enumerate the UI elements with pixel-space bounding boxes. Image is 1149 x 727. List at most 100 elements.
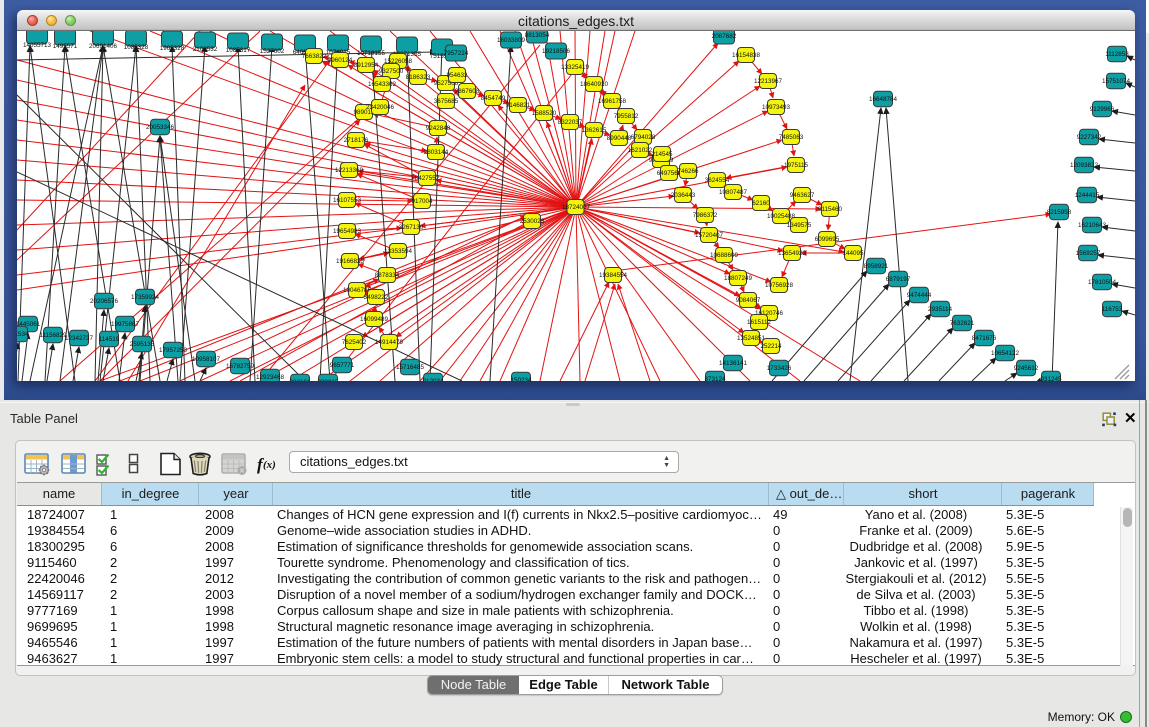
svg-text:10688609: 10688609	[710, 252, 739, 259]
svg-text:1621022: 1621022	[628, 147, 653, 154]
svg-text:13654923: 13654923	[778, 250, 807, 257]
svg-text:2036443: 2036443	[671, 192, 696, 199]
svg-text:13353594: 13353594	[384, 248, 413, 255]
svg-text:23420046: 23420046	[366, 104, 395, 111]
svg-text:17810504: 17810504	[1088, 279, 1117, 286]
svg-text:8960124: 8960124	[328, 57, 353, 64]
svg-text:14914479: 14914479	[375, 339, 404, 346]
svg-text:9084067: 9084067	[736, 297, 761, 304]
svg-text:9657771: 9657771	[330, 362, 355, 369]
svg-text:7632621: 7632621	[950, 320, 975, 327]
svg-text:12213967: 12213967	[754, 78, 783, 85]
svg-text:2087682: 2087682	[712, 33, 737, 40]
svg-text:1588520: 1588520	[532, 110, 557, 117]
svg-text:114519: 114519	[99, 336, 120, 343]
svg-text:8427552: 8427552	[415, 175, 440, 182]
svg-text:9245612: 9245612	[1014, 365, 1039, 372]
svg-text:9242848: 9242848	[426, 125, 451, 132]
svg-text:9227342: 9227342	[1077, 134, 1102, 141]
svg-text:2867608: 2867608	[455, 88, 480, 95]
svg-text:9463627: 9463627	[790, 192, 815, 199]
svg-text:11156829: 11156829	[39, 332, 67, 339]
svg-text:8958921: 8958921	[864, 263, 889, 270]
svg-text:15751074: 15751074	[1102, 78, 1131, 85]
svg-text:8813054: 8813054	[525, 32, 550, 39]
svg-text:18640910: 18640910	[580, 81, 609, 88]
svg-text:7986372: 7986372	[693, 212, 718, 219]
svg-text:6794028: 6794028	[631, 134, 656, 141]
svg-text:10958107: 10958107	[192, 356, 221, 363]
svg-text:8878334: 8878334	[375, 272, 400, 279]
svg-text:7955812: 7955812	[614, 113, 639, 120]
svg-text:931245: 931245	[1040, 376, 1062, 381]
svg-text:17359924: 17359924	[131, 294, 160, 301]
svg-text:3675685: 3675685	[434, 98, 459, 105]
svg-text:873124: 873124	[704, 376, 726, 381]
svg-text:62160: 62160	[752, 200, 770, 207]
svg-text:12923468: 12923468	[256, 374, 285, 381]
svg-text:1244415: 1244415	[1075, 192, 1100, 199]
svg-text:391534: 391534	[17, 331, 29, 338]
svg-text:9115460: 9115460	[818, 206, 843, 213]
svg-text:19166825: 19166825	[336, 258, 365, 265]
svg-text:16961758: 16961758	[598, 98, 627, 105]
svg-text:14136141: 14136141	[719, 360, 748, 367]
svg-text:12213369: 12213369	[335, 167, 364, 174]
svg-text:19384554: 19384554	[599, 272, 628, 279]
svg-text:15720407: 15720407	[695, 232, 724, 239]
svg-text:917004: 917004	[411, 198, 433, 205]
svg-text:9327500: 9327500	[379, 68, 404, 75]
svg-text:1569257: 1569257	[1076, 250, 1101, 257]
svg-text:214545: 214545	[651, 151, 673, 158]
svg-text:13325419: 13325419	[561, 64, 590, 71]
svg-text:8471676: 8471676	[972, 335, 997, 342]
svg-text:1112853: 1112853	[1105, 51, 1129, 58]
svg-text:13524851: 13524851	[737, 335, 766, 342]
svg-text:252214: 252214	[760, 343, 782, 350]
svg-text:2106532: 2106532	[193, 46, 218, 53]
svg-text:12342737: 12342737	[65, 335, 94, 342]
svg-text:9474444: 9474444	[907, 292, 932, 299]
svg-text:8186323: 8186323	[406, 74, 431, 81]
svg-text:8912954: 8912954	[354, 62, 379, 69]
svg-text:16543362: 16543362	[368, 81, 397, 88]
svg-text:16648784: 16648784	[869, 96, 898, 103]
svg-text:150234: 150234	[510, 377, 532, 381]
svg-text:1085317: 1085317	[226, 47, 251, 54]
svg-text:7957224: 7957224	[444, 50, 469, 57]
svg-text:18807249: 18807249	[724, 275, 753, 282]
svg-text:1362615: 1362615	[582, 127, 607, 134]
svg-text:912034: 912034	[422, 378, 444, 381]
svg-text:10807487: 10807487	[719, 189, 748, 196]
svg-text:10973493: 10973493	[762, 104, 791, 111]
svg-text:3624554: 3624554	[705, 177, 730, 184]
svg-text:7485063: 7485063	[779, 134, 804, 141]
svg-text:1495571: 1495571	[53, 43, 78, 50]
svg-text:20206576: 20206576	[90, 298, 119, 305]
svg-text:7625402: 7625402	[342, 339, 367, 346]
svg-text:9146821: 9146821	[506, 102, 531, 109]
svg-text:1975115: 1975115	[784, 162, 809, 169]
svg-text:12093822: 12093822	[1070, 162, 1099, 169]
svg-text:8454749: 8454749	[481, 95, 506, 102]
svg-text:8322037: 8322037	[558, 119, 583, 126]
svg-text:3498222: 3498222	[364, 294, 389, 301]
svg-text:116753: 116753	[1102, 306, 1123, 313]
svg-text:(x): (x)	[263, 459, 276, 471]
svg-text:10756928: 10756928	[765, 282, 794, 289]
svg-text:16099489: 16099489	[360, 316, 389, 323]
svg-text:3267130: 3267130	[399, 224, 424, 231]
svg-text:19975867: 19975867	[111, 321, 140, 328]
svg-text:8990448: 8990448	[607, 135, 632, 142]
svg-text:1085328: 1085328	[124, 44, 149, 51]
svg-text:19654983: 19654983	[333, 228, 362, 235]
svg-text:8215958: 8215958	[1047, 209, 1072, 216]
svg-text:2530023: 2530023	[520, 218, 545, 225]
svg-text:18724007: 18724007	[562, 204, 591, 211]
svg-text:746266: 746266	[677, 168, 699, 175]
svg-text:15716485: 15716485	[396, 364, 425, 371]
svg-text:2803144: 2803144	[424, 149, 449, 156]
svg-text:839215: 839215	[317, 379, 339, 381]
svg-text:16782759: 16782759	[226, 363, 255, 370]
svg-text:2718176: 2718176	[344, 137, 369, 144]
